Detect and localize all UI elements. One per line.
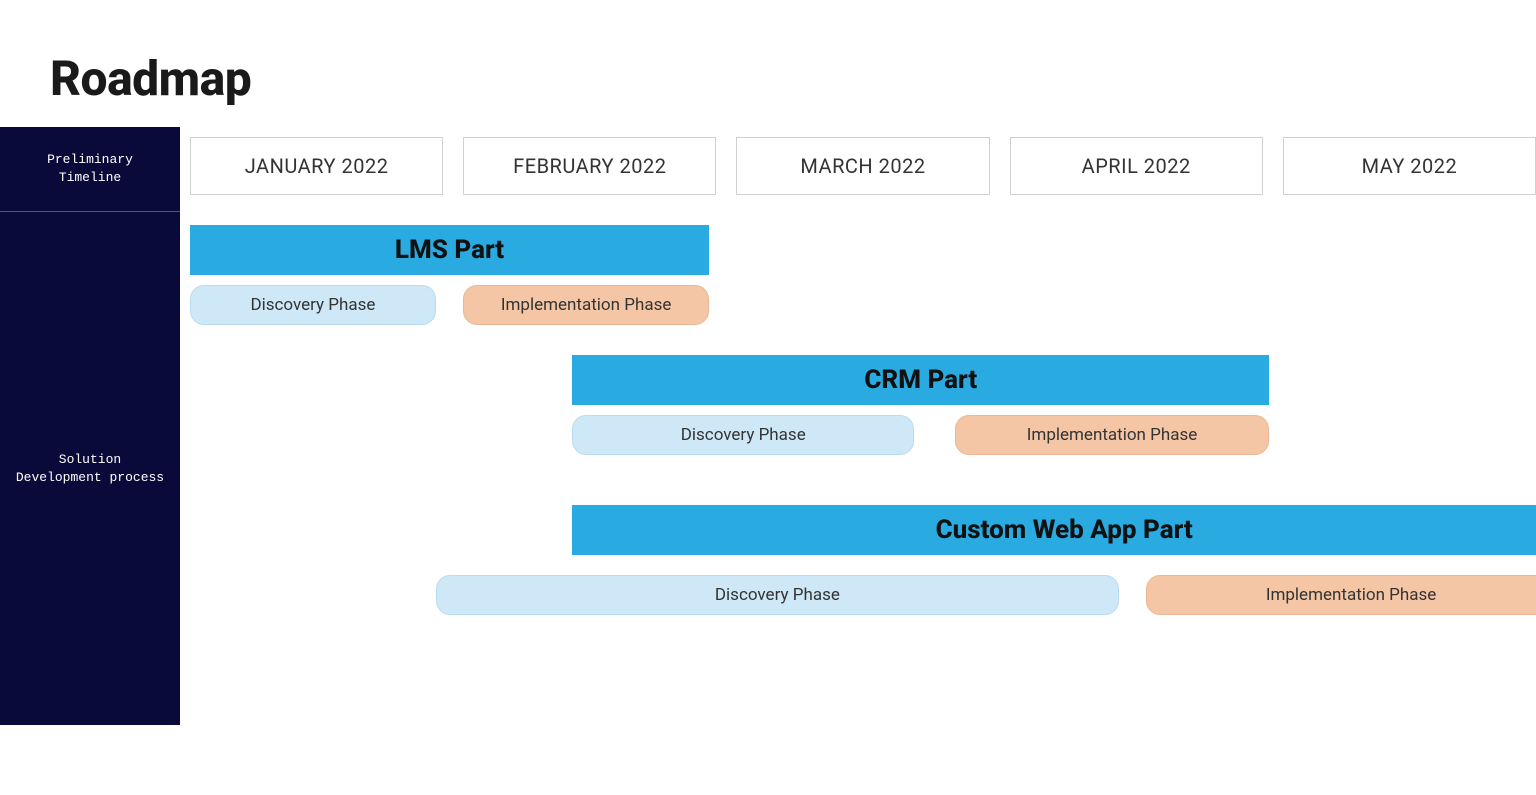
track-title-bar: CRM Part <box>572 355 1269 405</box>
month-cell: FEBRUARY 2022 <box>463 137 716 195</box>
discovery-phase-bar: Discovery Phase <box>572 415 914 455</box>
sidebar: Preliminary Timeline Solution Developmen… <box>0 127 180 725</box>
roadmap-container: Preliminary Timeline Solution Developmen… <box>0 127 1536 725</box>
month-cell: MARCH 2022 <box>736 137 989 195</box>
discovery-phase-bar: Discovery Phase <box>190 285 436 325</box>
discovery-phase-bar: Discovery Phase <box>436 575 1119 615</box>
track-title-bar: Custom Web App Part <box>572 505 1536 555</box>
implementation-phase-bar: Implementation Phase <box>1146 575 1536 615</box>
gantt-area: LMS Part Discovery Phase Implementation Ph… <box>180 205 1536 725</box>
timeline-area: JANUARY 2022 FEBRUARY 2022 MARCH 2022 APRIL… <box>180 127 1536 725</box>
implementation-phase-bar: Implementation Phase <box>955 415 1269 455</box>
sidebar-header: Preliminary Timeline <box>0 127 180 212</box>
sidebar-body: Solution Development process <box>0 212 180 725</box>
track-title-bar: LMS Part <box>190 225 709 275</box>
month-cell: JANUARY 2022 <box>190 137 443 195</box>
sidebar-header-line2: Timeline <box>10 169 170 187</box>
page-title: Roadmap <box>0 0 1536 127</box>
month-cell: MAY 2022 <box>1283 137 1536 195</box>
sidebar-body-line2: Development process <box>16 469 164 487</box>
sidebar-header-line1: Preliminary <box>10 151 170 169</box>
month-cell: APRIL 2022 <box>1010 137 1263 195</box>
implementation-phase-bar: Implementation Phase <box>463 285 709 325</box>
months-row: JANUARY 2022 FEBRUARY 2022 MARCH 2022 APRIL… <box>180 127 1536 205</box>
sidebar-body-line1: Solution <box>16 451 164 469</box>
